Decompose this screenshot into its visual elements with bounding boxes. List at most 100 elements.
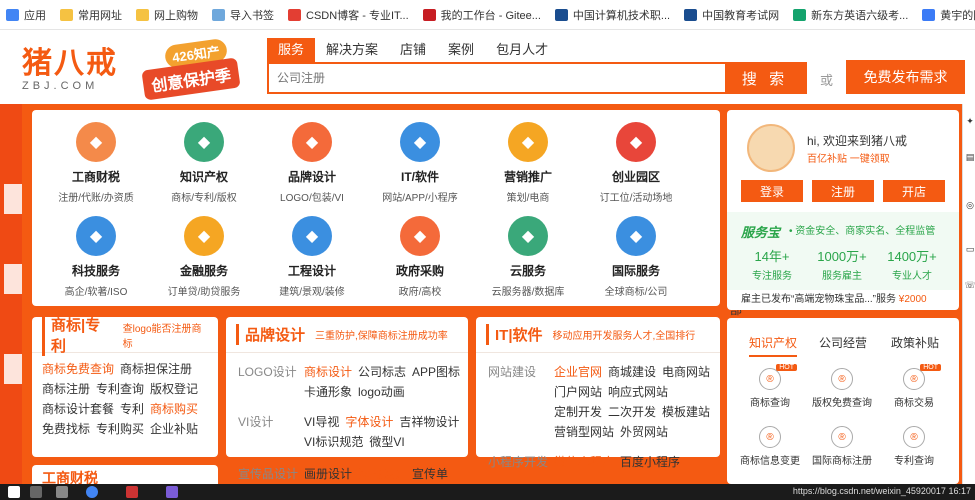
publish-demand-button[interactable]: 免费发布需求 [846, 60, 965, 94]
service-link[interactable]: 企业官网 [554, 365, 602, 379]
row-category-label[interactable]: 小程序开发 [488, 453, 554, 472]
category-item[interactable]: ◆ 营销推广 策划/电商 [474, 122, 582, 204]
lightbulb-icon[interactable]: ✦ [964, 116, 975, 127]
service-link[interactable]: 营销型网站 [554, 425, 614, 439]
service-link[interactable]: 企业补贴 [150, 421, 198, 437]
chat-icon[interactable]: ▭ [964, 244, 975, 255]
service-link[interactable]: APP图标 [412, 365, 460, 379]
category-item[interactable]: ◆ 金融服务 订单贷/助贷服务 [150, 216, 258, 298]
service-link[interactable]: 百度小程序 [620, 455, 680, 469]
service-link[interactable]: 电商网站 [662, 365, 710, 379]
search-icon[interactable] [30, 486, 42, 498]
register-button[interactable]: 注册 [812, 180, 874, 202]
service-link[interactable]: 商标免费查询 [42, 361, 114, 377]
bookmark-item[interactable]: 新东方英语六级考... [793, 7, 908, 23]
right-floating-toolbar[interactable]: ✦ ▤ ◎ ▭ ☏ [962, 104, 975, 484]
bookmark-item[interactable]: 我的工作台 - Gitee... [422, 7, 541, 23]
category-item[interactable]: ◆ 科技服务 高企/软著/ISO [42, 216, 150, 298]
category-item[interactable]: ◆ 创业园区 订工位/活动场地 [582, 122, 690, 204]
category-item[interactable]: ◆ 工程设计 建筑/景观/装修 [258, 216, 366, 298]
bookmark-item[interactable]: 网上购物 [136, 7, 198, 23]
section-desc[interactable]: 三重防护,保障商标注册成功率 [315, 327, 448, 342]
service-link[interactable]: 画册设计 [304, 467, 352, 481]
service-shortcut[interactable]: ® HOT 商标查询 [737, 364, 803, 409]
service-link[interactable]: 响应式网站 [608, 385, 668, 399]
task-view-icon[interactable] [56, 486, 68, 498]
subsidy-link[interactable]: 百亿补贴 一键领取 [807, 150, 890, 165]
service-shortcut[interactable]: ® 国际商标注册 [809, 426, 875, 467]
category-item[interactable]: ◆ 工商财税 注册/代账/办资质 [42, 122, 150, 204]
service-link[interactable]: 外贸网站 [620, 425, 668, 439]
section-desc[interactable]: 查logo能否注册商标 [123, 320, 208, 350]
service-shortcut[interactable]: ® 版权免费查询 [809, 368, 875, 409]
category-item[interactable]: ◆ 品牌设计 LOGO/包装/VI [258, 122, 366, 204]
app-icon[interactable] [126, 486, 138, 498]
bookmark-item[interactable]: 常用网址 [60, 7, 122, 23]
service-link[interactable]: 微信小程序 [554, 455, 614, 469]
service-tab[interactable]: 公司经营 [819, 334, 867, 351]
service-link[interactable]: 商城建设 [608, 365, 656, 379]
service-link[interactable]: 吉祥物设计 [399, 415, 459, 429]
category-item[interactable]: ◆ IT/软件 网站/APP/小程序 [366, 122, 474, 204]
service-link[interactable]: 公司标志 [358, 365, 406, 379]
bookmark-item[interactable]: CSDN博客 - 专业IT... [288, 7, 409, 23]
service-link[interactable]: 门户网站 [554, 385, 602, 399]
service-guarantee-box[interactable]: 服务宝 • 资金安全、商家实名、全程监管 14年+ 专注服务 1000万+ 服务… [727, 212, 959, 290]
service-link[interactable]: 字体设计 [345, 415, 393, 429]
section-desc[interactable]: 移动应用开发服务人才,全国排行 [553, 327, 696, 342]
search-tab[interactable]: 案例 [437, 38, 485, 62]
open-shop-button[interactable]: 开店 [883, 180, 945, 202]
service-shortcut[interactable]: ® 专利查询 [881, 426, 947, 467]
category-item[interactable]: ◆ 国际服务 全球商标/公司 [582, 216, 690, 298]
bookmark-item[interactable]: 黄宇的团队 - 蓝湖 [922, 7, 975, 23]
service-link[interactable]: 商标设计 [304, 365, 352, 379]
service-link[interactable]: 专利购买 [96, 421, 144, 437]
bookmark-item[interactable]: 应用 [6, 7, 46, 23]
service-link[interactable]: 海报设计 [358, 467, 406, 481]
category-item[interactable]: ◆ 政府采购 政府/高校 [366, 216, 474, 298]
section-title[interactable]: 品牌设计 [236, 324, 305, 345]
service-link[interactable]: 商标购买 [150, 401, 198, 417]
service-link[interactable]: 版权登记 [150, 381, 198, 397]
windows-start-icon[interactable] [8, 486, 20, 498]
row-category-label[interactable]: VI设计 [238, 413, 304, 432]
demand-ticker[interactable]: 雇主已发布“高端宠物珠宝品...”服务 ¥2000 [741, 290, 951, 305]
user-icon[interactable]: ◎ [964, 200, 975, 211]
service-link[interactable]: 微型VI [369, 435, 404, 449]
service-link[interactable]: 二次开发 [608, 405, 656, 419]
service-link[interactable]: 商标担保注册 [120, 361, 192, 377]
search-button[interactable]: 搜 索 [725, 64, 805, 92]
service-tab[interactable]: 知识产权 [749, 334, 798, 357]
bookmark-item[interactable]: 中国计算机技术职... [554, 7, 670, 23]
section-title[interactable]: 商标|专利 [42, 313, 113, 356]
search-tab[interactable]: 解决方案 [315, 38, 389, 62]
service-link[interactable]: 卡通形象 [304, 385, 352, 399]
row-category-label[interactable]: 网站建设 [488, 363, 554, 382]
search-tab[interactable]: 服务 [267, 38, 316, 62]
chrome-icon[interactable] [86, 486, 98, 498]
app-icon[interactable] [166, 486, 178, 498]
section-title[interactable]: IT|软件 [486, 324, 543, 345]
service-shortcut[interactable]: ® HOT 商标交易 [881, 364, 947, 409]
service-link[interactable]: logo动画 [358, 385, 405, 399]
category-item[interactable]: ◆ 云服务 云服务器/数据库 [474, 216, 582, 298]
search-tab[interactable]: 包月人才 [485, 38, 559, 62]
phone-icon[interactable]: ☏ [964, 280, 975, 291]
service-tab[interactable]: 政策补贴 [891, 334, 939, 351]
zbj-logo[interactable]: 猪八戒 ZBJ.COM [22, 46, 122, 92]
promo-banner[interactable]: 426知产 创意保护季 [141, 37, 251, 101]
service-link[interactable]: 商标设计套餐 [42, 401, 114, 417]
service-link[interactable]: 专利查询 [96, 381, 144, 397]
search-tab[interactable]: 店铺 [389, 38, 437, 62]
service-link[interactable]: 专利 [120, 401, 144, 417]
category-item[interactable]: ◆ 知识产权 商标/专利/版权 [150, 122, 258, 204]
service-link[interactable]: VI导视 [304, 415, 339, 429]
login-button[interactable]: 登录 [741, 180, 803, 202]
service-link[interactable]: 商标注册 [42, 381, 90, 397]
bookmark-item[interactable]: 中国教育考试网 [684, 7, 779, 23]
service-link[interactable]: 宣传单 [412, 467, 448, 481]
row-category-label[interactable]: 宣传品设计 [238, 465, 304, 484]
service-link[interactable]: 定制开发 [554, 405, 602, 419]
service-shortcut[interactable]: ® 商标信息变更 [737, 426, 803, 467]
bookmark-item[interactable]: 导入书签 [212, 7, 274, 23]
